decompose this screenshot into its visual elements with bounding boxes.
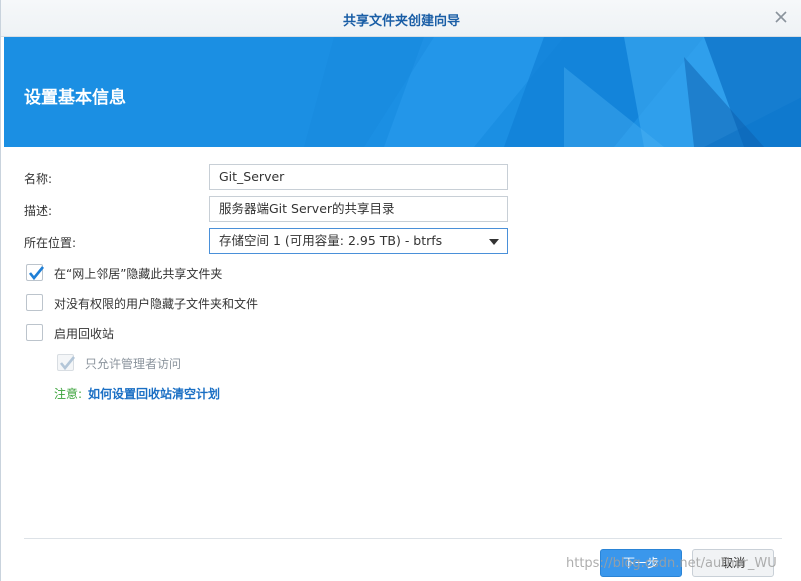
hide-in-network-checkbox[interactable] xyxy=(26,264,45,281)
dropdown-arrow-icon xyxy=(489,239,499,245)
description-label: 描述: xyxy=(24,204,53,218)
name-field[interactable]: Git_Server xyxy=(209,164,508,190)
hide-subfolders-label: 对没有权限的用户隐藏子文件夹和文件 xyxy=(54,297,259,311)
admin-only-checkbox xyxy=(57,354,76,371)
name-label: 名称: xyxy=(24,172,53,186)
header-banner: 设置基本信息 xyxy=(4,37,801,147)
title-bar: 共享文件夹创建向导 xyxy=(1,0,801,37)
location-select[interactable]: 存储空间 1 (可用容量: 2.95 TB) - btrfs xyxy=(209,228,508,254)
hide-in-network-label: 在“网上邻居”隐藏此共享文件夹 xyxy=(54,267,223,281)
close-icon[interactable] xyxy=(772,8,790,26)
hide-subfolders-checkbox[interactable] xyxy=(26,294,43,311)
next-button[interactable]: 下一步 xyxy=(600,549,682,577)
location-label: 所在位置: xyxy=(24,236,77,250)
cancel-button[interactable]: 取消 xyxy=(692,549,774,577)
recycle-bin-label: 启用回收站 xyxy=(54,327,115,341)
wizard-dialog: 共享文件夹创建向导 设置基本信息 名称: Git_Server 描述: 服务器端… xyxy=(0,0,801,581)
note-prefix: 注意: xyxy=(54,387,83,401)
location-value: 存储空间 1 (可用容量: 2.95 TB) - btrfs xyxy=(219,233,443,248)
page-heading: 设置基本信息 xyxy=(24,88,126,108)
recycle-schedule-link[interactable]: 如何设置回收站清空计划 xyxy=(88,387,220,401)
description-field[interactable]: 服务器端Git Server的共享目录 xyxy=(209,196,508,222)
admin-only-label: 只允许管理者访问 xyxy=(85,357,182,371)
recycle-bin-checkbox[interactable] xyxy=(26,324,43,341)
footer-divider xyxy=(24,538,782,539)
recycle-note: 注意: 如何设置回收站清空计划 xyxy=(54,385,220,402)
checkmark-icon xyxy=(28,266,45,281)
checkmark-icon xyxy=(59,356,76,371)
dialog-title: 共享文件夹创建向导 xyxy=(342,14,460,29)
